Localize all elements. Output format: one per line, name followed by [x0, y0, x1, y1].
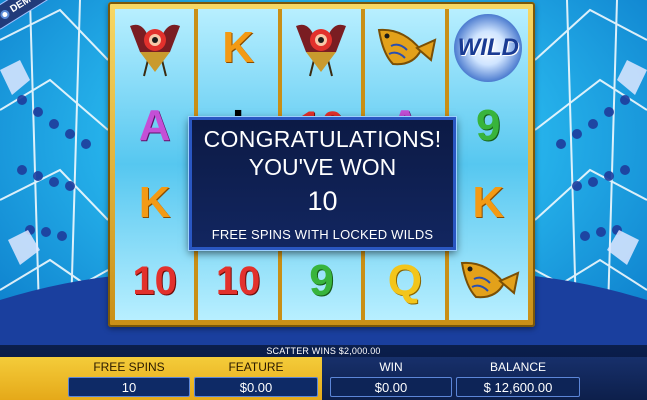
popup-won-text: YOU'VE WON — [248, 154, 397, 180]
wild-symbol: WILD — [449, 9, 528, 87]
popup-spin-count: 10 — [307, 186, 338, 216]
popup-detail-text: FREE SPINS WITH LOCKED WILDS — [211, 227, 434, 242]
reel-1: A K 10 — [115, 9, 195, 320]
win-label: WIN — [379, 360, 403, 374]
scatter-wins-message: SCATTER WINS $2,000.00 — [266, 346, 381, 356]
fish-symbol-icon — [365, 9, 444, 87]
balance-label: BALANCE — [489, 360, 547, 374]
free-spins-value: 10 — [68, 377, 190, 397]
symbol-k: K — [138, 178, 171, 228]
reel-5: WILD 9 K — [448, 9, 528, 320]
win-value: $0.00 — [330, 377, 452, 397]
symbol-9: 9 — [309, 256, 334, 306]
balance-value: $ 12,600.00 — [456, 377, 580, 397]
free-spins-label: FREE SPINS — [93, 360, 165, 374]
fish-symbol-icon — [449, 242, 528, 320]
win-meter: WIN $0.00 — [330, 360, 452, 397]
feature-label: FEATURE — [228, 360, 284, 374]
symbol-k: K — [472, 178, 505, 228]
free-spins-meter: FREE SPINS 10 — [68, 360, 190, 397]
free-spins-award-popup[interactable]: CONGRATULATIONS! YOU'VE WON 10 FREE SPIN… — [189, 117, 456, 250]
popup-congrats-text: CONGRATULATIONS! — [203, 126, 442, 152]
bird-symbol-icon — [115, 9, 194, 87]
symbol-10: 10 — [215, 259, 261, 304]
feature-meter: FEATURE $0.00 — [194, 360, 318, 397]
symbol-q: Q — [387, 256, 422, 306]
wild-symbol-label: WILD — [454, 13, 523, 82]
bird-symbol-icon — [282, 9, 361, 87]
symbol-10: 10 — [132, 259, 177, 304]
symbol-k: K — [222, 22, 254, 72]
symbol-9: 9 — [476, 100, 501, 150]
feature-value: $0.00 — [194, 377, 318, 397]
demo-icon — [0, 7, 11, 21]
symbol-a: A — [138, 100, 171, 150]
balance-meter: BALANCE $ 12,600.00 — [456, 360, 580, 397]
